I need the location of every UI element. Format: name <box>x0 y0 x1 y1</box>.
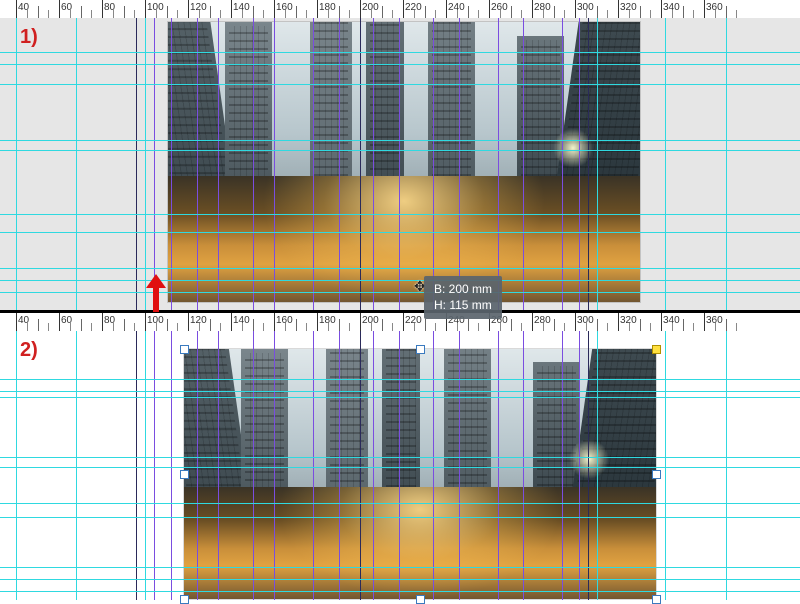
guides-horizontal-top <box>0 18 800 310</box>
selection-handles <box>0 331 800 600</box>
guide-horizontal[interactable] <box>0 214 800 215</box>
selection-handle[interactable] <box>180 345 189 354</box>
canvas-bottom[interactable] <box>0 331 800 600</box>
guide-horizontal[interactable] <box>0 140 800 141</box>
guide-horizontal[interactable] <box>0 292 800 293</box>
guide-horizontal[interactable] <box>0 84 800 85</box>
guide-horizontal[interactable] <box>0 150 800 151</box>
selection-handle[interactable] <box>652 470 661 479</box>
red-annotation-arrow <box>146 274 166 312</box>
canvas-top[interactable]: ✥ B: 200 mm H: 115 mm <box>0 18 800 310</box>
guide-horizontal[interactable] <box>0 64 800 65</box>
content-overflow-indicator[interactable] <box>652 345 661 354</box>
selection-handle[interactable] <box>180 470 189 479</box>
tooltip-height-line: H: 115 mm <box>434 298 492 314</box>
guide-horizontal[interactable] <box>0 280 800 281</box>
guide-horizontal[interactable] <box>0 232 800 233</box>
selection-handle[interactable] <box>416 345 425 354</box>
step-1-label: 1) <box>20 26 38 49</box>
panel-step-1: 4060801001201401601802002202402602803003… <box>0 0 800 310</box>
ruler-horizontal-bottom[interactable]: 4060801001201401601802002202402602803003… <box>0 313 800 331</box>
ruler-horizontal-top[interactable]: 4060801001201401601802002202402602803003… <box>0 0 800 18</box>
guide-horizontal[interactable] <box>0 52 800 53</box>
guide-horizontal[interactable] <box>0 268 800 269</box>
step-2-label: 2) <box>20 339 38 362</box>
dimensions-tooltip: B: 200 mm H: 115 mm <box>424 276 502 319</box>
panel-step-2: 4060801001201401601802002202402602803003… <box>0 313 800 600</box>
tooltip-width-line: B: 200 mm <box>434 282 492 298</box>
